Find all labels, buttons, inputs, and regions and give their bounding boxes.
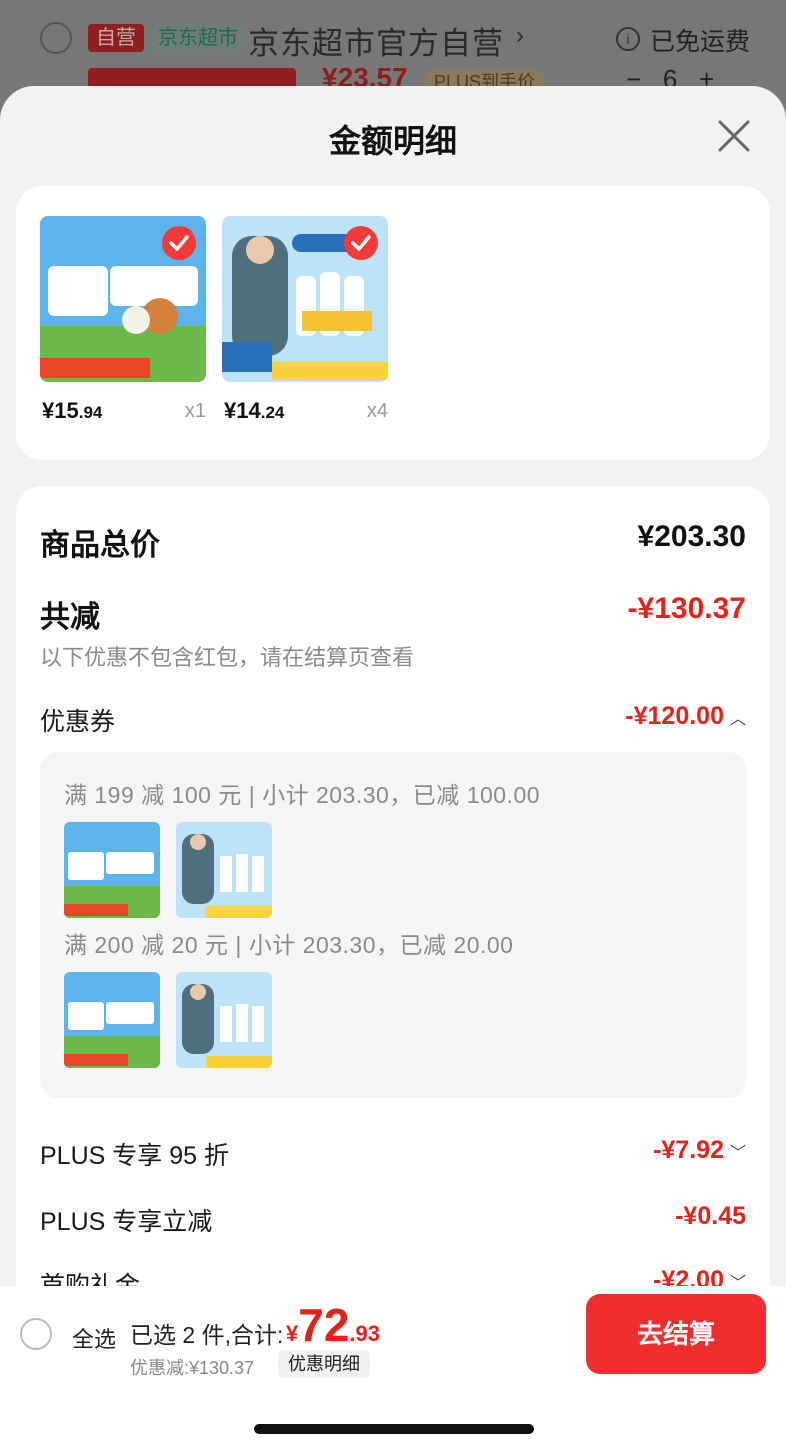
amount-detail-sheet: 金额明细 ¥15.94 x1 ¥14.24 x4 商品总价 ¥203.30 共减… bbox=[0, 86, 786, 1450]
plus-reduce-value: -¥0.45 bbox=[675, 1202, 746, 1230]
select-all-radio[interactable] bbox=[20, 1318, 52, 1350]
discount-detail-button[interactable]: 优惠明细 bbox=[278, 1350, 370, 1378]
products-card: ¥15.94 x1 ¥14.24 x4 bbox=[16, 186, 770, 460]
coupon-rule: 满 199 减 100 元 | 小计 203.30，已减 100.00 bbox=[64, 782, 541, 808]
coupon-product-thumbnail bbox=[64, 972, 160, 1068]
coupon-rule: 满 200 减 20 元 | 小计 203.30，已减 20.00 bbox=[64, 932, 514, 958]
product-quantity: x1 bbox=[184, 400, 206, 422]
select-all-label[interactable]: 全选 bbox=[72, 1322, 116, 1354]
selected-check-icon bbox=[344, 226, 378, 260]
coupon-value: -¥120.00 ︿ bbox=[625, 702, 746, 730]
coupon-product-thumbnail bbox=[176, 972, 272, 1068]
plus-reduce-label: PLUS 专享立减 bbox=[40, 1208, 213, 1236]
selected-count: 已选 2 件,合计: bbox=[130, 1322, 284, 1348]
total-reduce-value: -¥130.37 bbox=[627, 592, 746, 625]
coupon-product-thumbnail bbox=[64, 822, 160, 918]
product-thumbnail bbox=[222, 216, 388, 382]
chevron-up-icon: ︿ bbox=[729, 711, 746, 728]
total-reduce-label: 共减 bbox=[40, 601, 100, 634]
product-item[interactable]: ¥14.24 x4 bbox=[222, 216, 388, 423]
product-price: ¥14.24 bbox=[224, 398, 285, 423]
chevron-down-icon: ﹀ bbox=[729, 1145, 746, 1162]
shipping-status: 已免运费 bbox=[650, 28, 751, 56]
plus-discount-label: PLUS 专享 95 折 bbox=[40, 1142, 229, 1170]
total-price-label: 商品总价 bbox=[40, 529, 160, 562]
discount-summary: 优惠减:¥130.37 bbox=[130, 1358, 255, 1378]
total-price-value: ¥203.30 bbox=[637, 520, 746, 553]
product-price: ¥15.94 bbox=[42, 398, 103, 423]
chevron-right-icon: › bbox=[516, 22, 524, 49]
coupon-label: 优惠券 bbox=[40, 708, 116, 736]
reduce-note: 以下优惠不包含红包，请在结算页查看 bbox=[40, 645, 415, 670]
plus-reduce-row: PLUS 专享立减 -¥0.45 bbox=[40, 1202, 746, 1238]
product-thumbnail bbox=[40, 216, 206, 382]
coupon-detail-box: 满 199 减 100 元 | 小计 203.30，已减 100.00 满 20… bbox=[40, 752, 746, 1098]
info-icon: i bbox=[616, 27, 640, 51]
price-detail-card: 商品总价 ¥203.30 共减 -¥130.37 以下优惠不包含红包，请在结算页… bbox=[16, 486, 770, 1386]
coupon-product-thumbnail bbox=[176, 822, 272, 918]
close-icon[interactable] bbox=[714, 116, 754, 156]
selected-check-icon bbox=[162, 226, 196, 260]
sheet-title: 金额明细 bbox=[328, 123, 457, 159]
store-name: 京东超市官方自营 bbox=[248, 26, 504, 61]
plus-discount-row[interactable]: PLUS 专享 95 折 -¥7.92 ﹀ bbox=[40, 1136, 746, 1172]
product-quantity: x4 bbox=[366, 400, 388, 422]
checkout-button[interactable]: 去结算 bbox=[586, 1294, 766, 1374]
total-amount: ¥72.93 bbox=[286, 1299, 381, 1351]
checkout-bar: 全选 已选 2 件,合计: ¥72.93 优惠减:¥130.37 优惠明细 去结… bbox=[0, 1286, 786, 1450]
product-item[interactable]: ¥15.94 x1 bbox=[40, 216, 206, 423]
coupon-row[interactable]: 优惠券 -¥120.00 ︿ bbox=[40, 702, 746, 738]
self-operated-tag: 自营 bbox=[88, 24, 144, 52]
store-select-radio bbox=[40, 22, 72, 54]
total-price-row: 商品总价 ¥203.30 bbox=[40, 520, 746, 564]
home-indicator[interactable] bbox=[254, 1424, 534, 1434]
total-reduce-row: 共减 -¥130.37 bbox=[40, 592, 746, 636]
brand-tag: 京东超市 bbox=[152, 24, 244, 52]
plus-discount-value: -¥7.92 ﹀ bbox=[653, 1136, 746, 1164]
